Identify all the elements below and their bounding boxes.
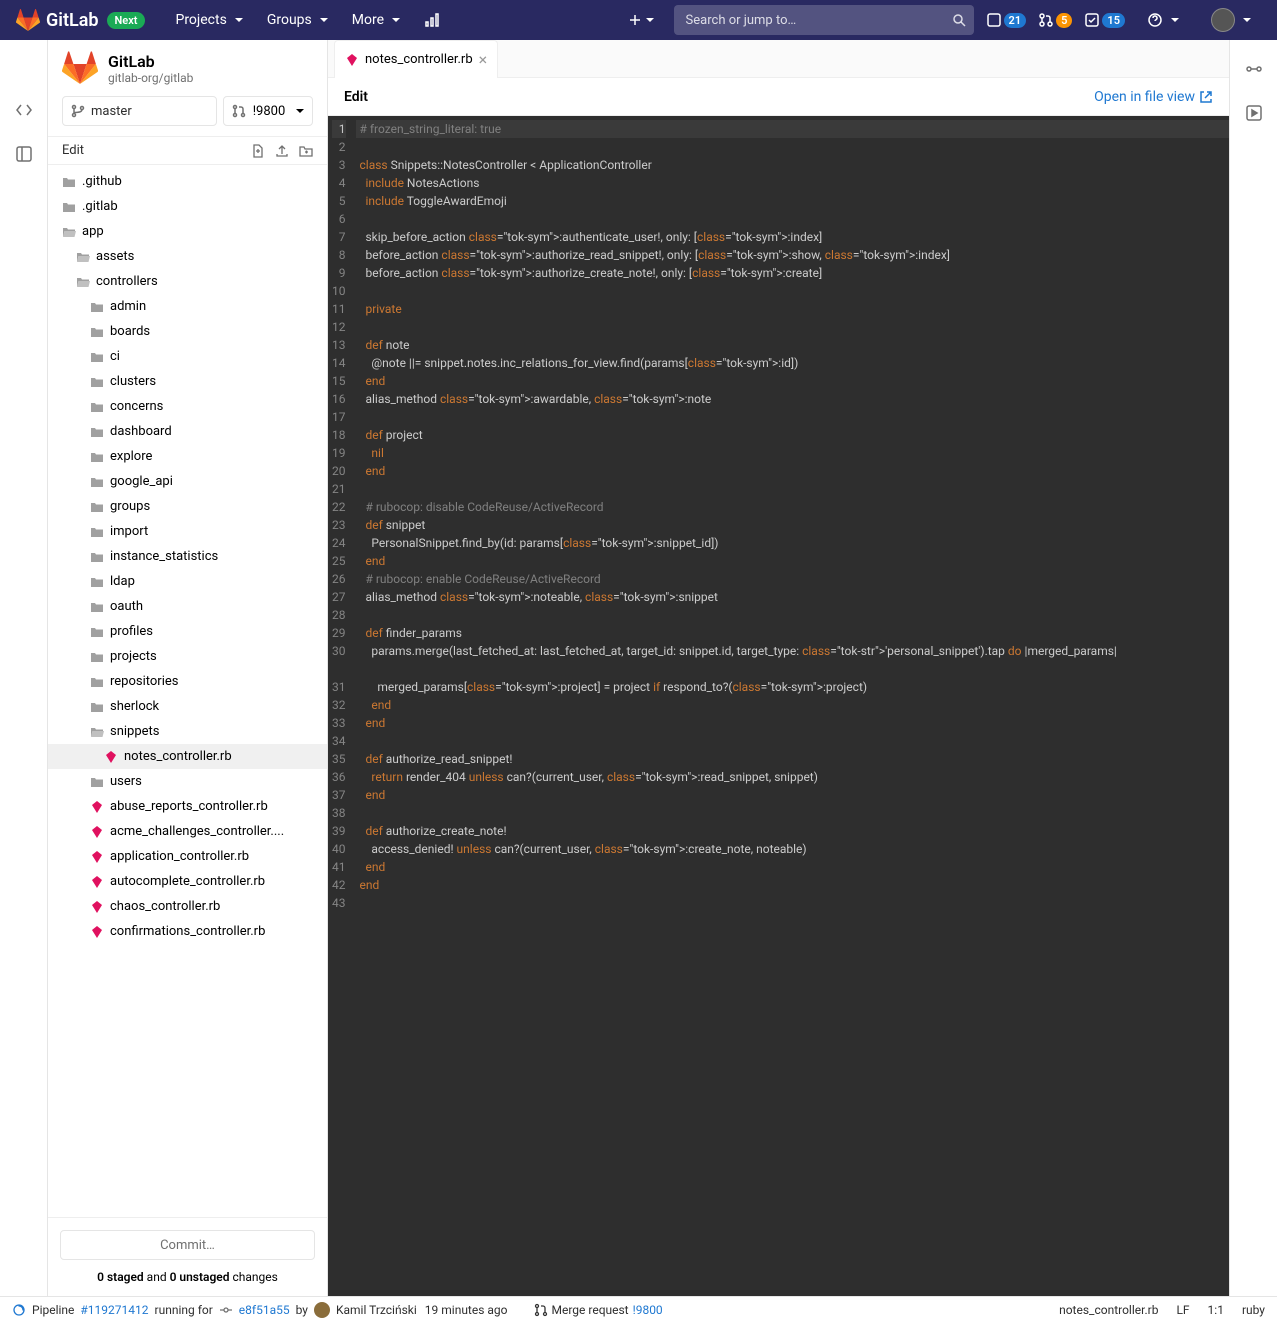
branch-selector[interactable]: master — [62, 96, 217, 126]
collapse-icon[interactable] — [14, 144, 34, 164]
tree-item-abuse-reports-controller-rb[interactable]: abuse_reports_controller.rb — [48, 794, 327, 819]
top-nav: GitLab Next Projects Groups More 21 5 15 — [0, 0, 1277, 40]
tree-item-groups[interactable]: groups — [48, 494, 327, 519]
status-position[interactable]: 1:1 — [1208, 1303, 1224, 1317]
author-avatar-icon[interactable] — [314, 1302, 330, 1318]
commit-hash-link[interactable]: e8f51a55 — [239, 1303, 290, 1317]
new-file-icon[interactable] — [251, 144, 265, 158]
tree-item-instance-statistics[interactable]: instance_statistics — [48, 544, 327, 569]
pipeline-icon[interactable] — [1245, 60, 1263, 78]
project-header[interactable]: GitLab gitlab-org/gitlab — [48, 40, 327, 96]
new-folder-icon[interactable] — [299, 144, 313, 158]
code-icon[interactable] — [14, 100, 34, 120]
nav-activity-icon[interactable] — [414, 6, 450, 34]
tree-item-clusters[interactable]: clusters — [48, 369, 327, 394]
status-language[interactable]: ruby — [1242, 1303, 1265, 1317]
merge-requests-link[interactable]: 5 — [1038, 12, 1072, 28]
commit-time: 19 minutes ago — [425, 1303, 508, 1317]
pipeline-label: Pipeline — [32, 1303, 74, 1317]
sidebar-edit-label: Edit — [62, 143, 84, 158]
line-gutter: 1234567891011121314151617181920212223242… — [328, 116, 356, 1296]
close-icon[interactable]: × — [479, 52, 488, 68]
code-content[interactable]: # frozen_string_literal: true class Snip… — [356, 116, 1230, 1296]
tree-item-autocomplete-controller-rb[interactable]: autocomplete_controller.rb — [48, 869, 327, 894]
tree-item-snippets[interactable]: snippets — [48, 719, 327, 744]
mr-ref: !9800 — [253, 104, 286, 119]
ruby-icon — [345, 53, 359, 67]
nav-projects[interactable]: Projects — [165, 6, 252, 34]
tab-notes-controller[interactable]: notes_controller.rb × — [334, 40, 498, 78]
tree-item-concerns[interactable]: concerns — [48, 394, 327, 419]
tree-item-application-controller-rb[interactable]: application_controller.rb — [48, 844, 327, 869]
file-tree: .github.gitlabappassetscontrollersadminb… — [48, 165, 327, 1217]
tree-item-boards[interactable]: boards — [48, 319, 327, 344]
tree-item-profiles[interactable]: profiles — [48, 619, 327, 644]
status-mr-link[interactable]: !9800 — [633, 1303, 663, 1317]
tree-item-explore[interactable]: explore — [48, 444, 327, 469]
tree-item-acme-challenges-controller----[interactable]: acme_challenges_controller.... — [48, 819, 327, 844]
status-bar: Pipeline #119271412 running for e8f51a55… — [0, 1296, 1277, 1322]
code-editor[interactable]: 1234567891011121314151617181920212223242… — [328, 116, 1229, 1296]
tree-item-confirmations-controller-rb[interactable]: confirmations_controller.rb — [48, 919, 327, 944]
tree-item-admin[interactable]: admin — [48, 294, 327, 319]
search-input[interactable] — [674, 5, 974, 35]
activity-bar — [0, 40, 48, 1296]
tabs-bar: notes_controller.rb × — [328, 40, 1229, 78]
tree-item-assets[interactable]: assets — [48, 244, 327, 269]
status-filename: notes_controller.rb — [1059, 1303, 1158, 1317]
tree-item-dashboard[interactable]: dashboard — [48, 419, 327, 444]
user-menu[interactable] — [1201, 2, 1261, 38]
status-eol[interactable]: LF — [1176, 1303, 1189, 1317]
brand-name: GitLab — [46, 10, 99, 31]
pipeline-id-link[interactable]: #119271412 — [80, 1303, 148, 1317]
live-preview-icon[interactable] — [1245, 104, 1263, 122]
branch-name: master — [91, 104, 132, 119]
stage-text: 0 staged and 0 unstaged changes — [60, 1270, 315, 1284]
mr-selector[interactable]: !9800 — [223, 96, 313, 126]
todos-link[interactable]: 15 — [1084, 12, 1125, 28]
avatar-icon — [1211, 8, 1235, 32]
merge-request-icon — [232, 104, 246, 118]
tree-item--github[interactable]: .github — [48, 169, 327, 194]
tree-item-oauth[interactable]: oauth — [48, 594, 327, 619]
tab-label: notes_controller.rb — [365, 52, 473, 67]
search-icon[interactable] — [952, 13, 966, 27]
merge-request-icon — [534, 1303, 548, 1317]
sidebar: GitLab gitlab-org/gitlab master !9800 Ed… — [48, 40, 328, 1296]
issues-link[interactable]: 21 — [986, 12, 1027, 28]
new-menu-button[interactable] — [620, 9, 662, 31]
tree-item-app[interactable]: app — [48, 219, 327, 244]
upload-icon[interactable] — [275, 144, 289, 158]
project-logo-icon — [62, 50, 98, 86]
project-path: gitlab-org/gitlab — [108, 71, 193, 85]
tree-item-projects[interactable]: projects — [48, 644, 327, 669]
tree-item-chaos-controller-rb[interactable]: chaos_controller.rb — [48, 894, 327, 919]
right-bar — [1229, 40, 1277, 1296]
nav-groups[interactable]: Groups — [257, 6, 338, 34]
open-in-file-view-link[interactable]: Open in file view — [1094, 89, 1213, 105]
pipeline-running-icon[interactable] — [12, 1303, 26, 1317]
tree-item-google-api[interactable]: google_api — [48, 469, 327, 494]
tree-item-notes-controller-rb[interactable]: notes_controller.rb — [48, 744, 327, 769]
gitlab-logo-icon[interactable] — [16, 8, 40, 32]
tree-item-repositories[interactable]: repositories — [48, 669, 327, 694]
tree-item-controllers[interactable]: controllers — [48, 269, 327, 294]
commit-icon — [219, 1303, 233, 1317]
commit-button[interactable]: Commit… — [60, 1230, 315, 1260]
search-box — [674, 5, 974, 35]
tree-item-ci[interactable]: ci — [48, 344, 327, 369]
tree-item-sherlock[interactable]: sherlock — [48, 694, 327, 719]
project-name: GitLab — [108, 52, 193, 71]
nav-more[interactable]: More — [342, 6, 410, 34]
author-name[interactable]: Kamil Trzciński — [336, 1303, 417, 1317]
tree-item--gitlab[interactable]: .gitlab — [48, 194, 327, 219]
branch-icon — [71, 104, 85, 118]
tree-item-ldap[interactable]: ldap — [48, 569, 327, 594]
next-badge[interactable]: Next — [107, 12, 146, 29]
help-menu[interactable] — [1137, 6, 1189, 34]
tree-item-users[interactable]: users — [48, 769, 327, 794]
edit-mode-label: Edit — [344, 89, 368, 105]
external-link-icon — [1199, 90, 1213, 104]
tree-item-import[interactable]: import — [48, 519, 327, 544]
